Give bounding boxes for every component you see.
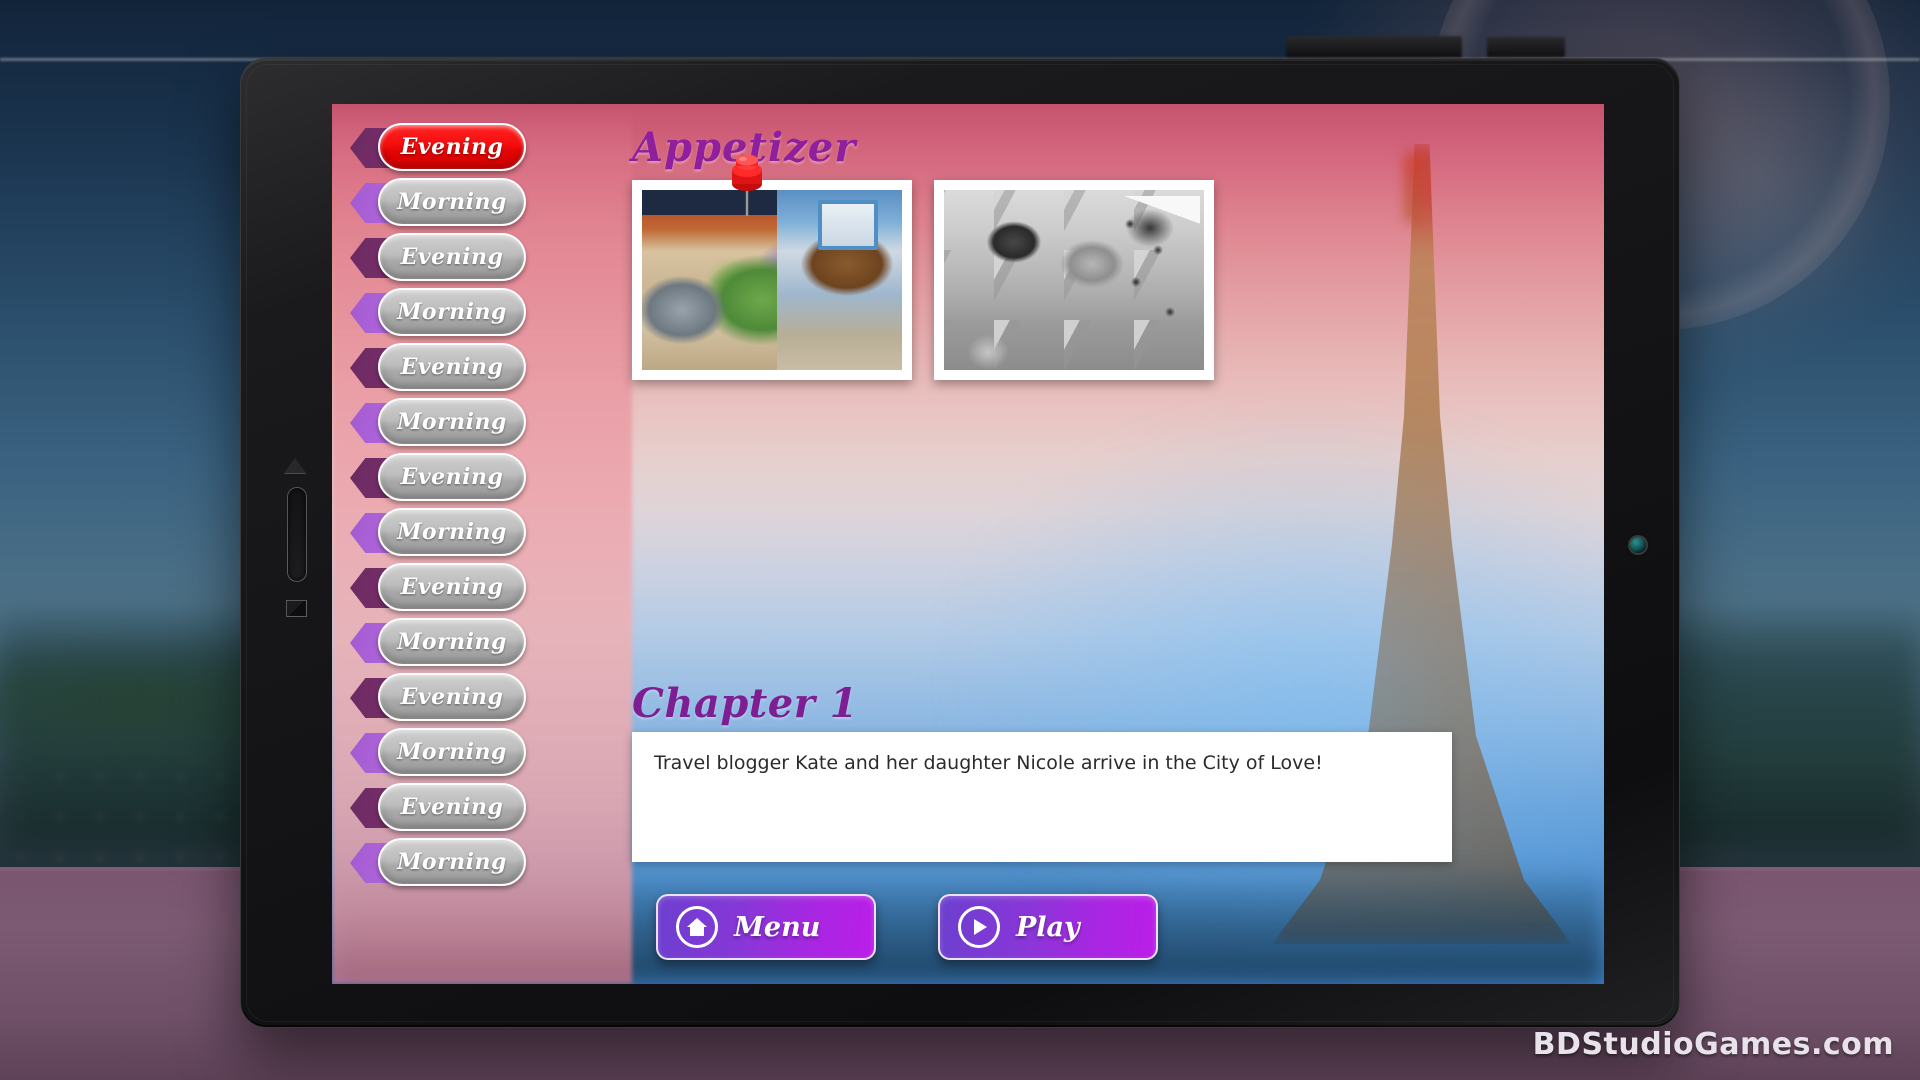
level-pill[interactable]: Morning (378, 288, 526, 336)
level-row[interactable]: Morning (340, 725, 640, 780)
game-background-eiffel-spire (1405, 152, 1419, 222)
level-row[interactable]: Evening (340, 450, 640, 505)
background-monitor-left (1286, 36, 1462, 58)
level-label: Morning (397, 849, 507, 875)
story-text: Travel blogger Kate and her daughter Nic… (654, 752, 1323, 774)
level-row[interactable]: Morning (340, 395, 640, 450)
level-row[interactable]: Morning (340, 175, 640, 230)
level-label: Morning (397, 299, 507, 325)
level-pill[interactable]: Evening (378, 123, 526, 171)
play-button-label: Play (1016, 911, 1080, 943)
level-pill[interactable]: Evening (378, 453, 526, 501)
home-hardware-button[interactable] (286, 600, 307, 617)
level-label: Morning (397, 189, 507, 215)
level-label: Evening (400, 244, 504, 270)
level-row[interactable]: Evening (340, 560, 640, 615)
play-button[interactable]: Play (938, 894, 1158, 960)
volume-slider-button[interactable] (287, 487, 307, 582)
level-thumb-1[interactable] (632, 180, 912, 380)
section-title: Appetizer (632, 124, 857, 171)
level-row[interactable]: Morning (340, 505, 640, 560)
level-row[interactable]: Morning (340, 835, 640, 890)
level-label: Evening (400, 574, 504, 600)
menu-button-label: Menu (734, 911, 821, 943)
level-label: Evening (400, 464, 504, 490)
level-row[interactable]: Morning (340, 285, 640, 340)
level-row[interactable]: Evening (340, 120, 640, 175)
level-pill[interactable]: Evening (378, 233, 526, 281)
level-pill[interactable]: Evening (378, 343, 526, 391)
level-label: Evening (400, 794, 504, 820)
level-label: Evening (400, 354, 504, 380)
level-pill[interactable]: Evening (378, 673, 526, 721)
chapter-title: Chapter 1 (632, 680, 859, 727)
menu-button[interactable]: Menu (656, 894, 876, 960)
story-text-box: Travel blogger Kate and her daughter Nic… (632, 732, 1452, 862)
level-pill[interactable]: Evening (378, 563, 526, 611)
home-icon (676, 906, 718, 948)
background-monitor-right (1487, 37, 1565, 57)
level-label: Evening (400, 134, 504, 160)
volume-up-icon[interactable] (284, 458, 306, 473)
game-screen: Evening Morning Evening Morning Evening Morni… (332, 104, 1604, 984)
level-label: Morning (397, 629, 507, 655)
level-thumbnail-strip (632, 180, 1214, 380)
level-list: Evening Morning Evening Morning Evening Morni… (340, 120, 640, 890)
action-button-bar: Menu Play (656, 894, 1158, 960)
level-pill[interactable]: Morning (378, 508, 526, 556)
level-label: Morning (397, 519, 507, 545)
level-pill[interactable]: Morning (378, 728, 526, 776)
level-row[interactable]: Evening (340, 340, 640, 395)
level-row[interactable]: Evening (340, 230, 640, 285)
level-thumb-1-art (642, 190, 902, 370)
level-thumb-2[interactable] (934, 180, 1214, 380)
level-row[interactable]: Evening (340, 670, 640, 725)
level-label: Evening (400, 684, 504, 710)
level-pill[interactable]: Morning (378, 618, 526, 666)
level-pill[interactable]: Morning (378, 178, 526, 226)
level-pill[interactable]: Morning (378, 838, 526, 886)
level-pill[interactable]: Morning (378, 398, 526, 446)
level-thumb-2-art (944, 190, 1204, 370)
level-row[interactable]: Morning (340, 615, 640, 670)
level-pill[interactable]: Evening (378, 783, 526, 831)
watermark: BDStudioGames.com (1532, 1027, 1894, 1062)
level-label: Morning (397, 739, 507, 765)
play-icon (958, 906, 1000, 948)
level-label: Morning (397, 409, 507, 435)
level-row[interactable]: Evening (340, 780, 640, 835)
front-camera-icon (1630, 537, 1646, 553)
